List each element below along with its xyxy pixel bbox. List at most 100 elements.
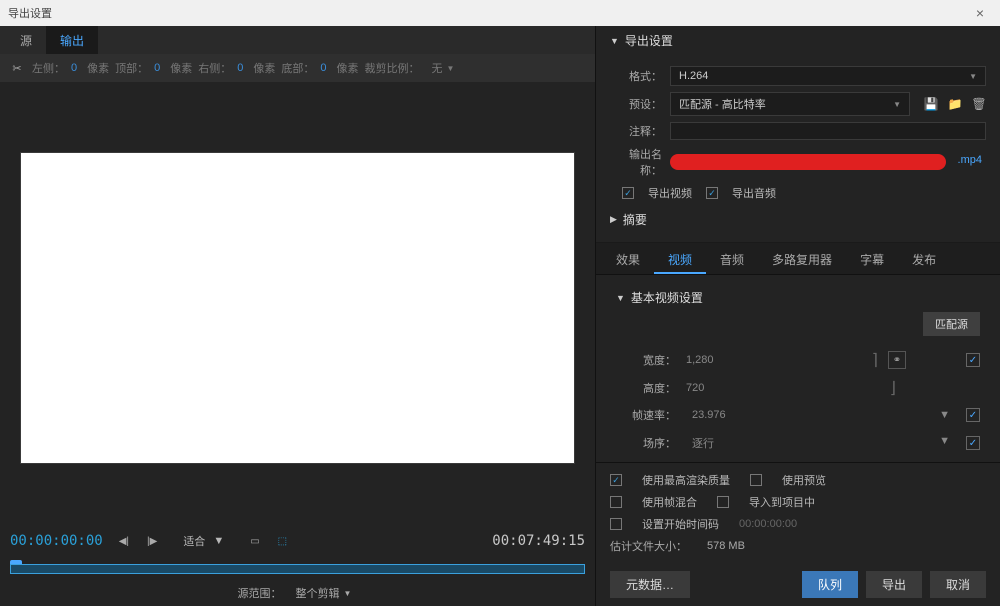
chevron-down-icon: ▼ — [213, 535, 224, 547]
in-out-icon[interactable]: ⬚ — [276, 534, 289, 549]
bracket: ⌉ — [872, 350, 878, 370]
px-unit: 像素 — [337, 60, 359, 76]
preview-area — [0, 82, 595, 524]
close-icon[interactable]: × — [968, 5, 992, 21]
cancel-button[interactable]: 取消 — [930, 571, 986, 598]
frame-blend-label: 使用帧混合 — [642, 494, 697, 510]
settings-panel: 导出设置 格式： H.264▼ 预设： 匹配源 - 高比特率▼ 💾 📁 🗑 注释… — [595, 26, 1000, 606]
source-range-dropdown[interactable]: 整个剪辑▼ — [290, 583, 358, 603]
video-settings-body: 基本视频设置 匹配源 宽度： 1,280 ⌉ ⚭ 高度： 720 ⌋ 帧速率： … — [596, 275, 1000, 462]
crop-bar: ✂ 左侧：0像素 顶部：0像素 右侧：0像素 底部：0像素 裁剪比例： 无▼ — [0, 54, 595, 82]
tab-multiplexer[interactable]: 多路复用器 — [758, 243, 846, 274]
source-range-row: 源范围： 整个剪辑▼ — [0, 580, 595, 606]
preview-tabs: 源 输出 — [0, 26, 595, 54]
max-quality-label: 使用最高渲染质量 — [642, 472, 730, 488]
import-preset-icon[interactable]: 📁 — [948, 97, 962, 111]
preset-label: 预设： — [610, 96, 662, 112]
frame-blend-checkbox[interactable] — [610, 496, 622, 508]
start-timecode-checkbox[interactable] — [610, 518, 622, 530]
use-preview-checkbox[interactable] — [750, 474, 762, 486]
crop-left-label: 左侧： — [32, 60, 65, 76]
crop-left-value[interactable]: 0 — [71, 62, 77, 74]
width-value[interactable]: 1,280 — [686, 354, 714, 366]
start-timecode-label: 设置开始时间码 — [642, 516, 719, 532]
max-quality-checkbox[interactable] — [610, 474, 622, 486]
step-fwd-icon[interactable]: |▶ — [145, 534, 159, 549]
start-timecode-value: 00:00:00:00 — [739, 518, 797, 530]
queue-button[interactable]: 队列 — [802, 571, 858, 598]
zoom-fit-dropdown[interactable]: 适合 ▼ — [173, 531, 234, 551]
crop-top-value[interactable]: 0 — [154, 62, 160, 74]
tab-publish[interactable]: 发布 — [898, 243, 950, 274]
save-preset-icon[interactable]: 💾 — [924, 97, 938, 111]
timecode-in[interactable]: 00:00:00:00 — [10, 533, 103, 549]
export-button[interactable]: 导出 — [866, 571, 922, 598]
crop-ratio-label: 裁剪比例： — [365, 60, 420, 76]
export-video-label: 导出视频 — [648, 185, 692, 201]
preset-dropdown[interactable]: 匹配源 - 高比特率 ▼ — [670, 92, 910, 116]
format-dropdown[interactable]: H.264▼ — [670, 66, 986, 86]
chevron-down-icon: ▼ — [447, 64, 455, 73]
disclosure-icon — [616, 293, 625, 303]
delete-preset-icon[interactable]: 🗑 — [972, 97, 986, 111]
tab-output[interactable]: 输出 — [46, 26, 98, 55]
footer-buttons: 元数据… 队列 导出 取消 — [596, 563, 1000, 606]
crop-bottom-value[interactable]: 0 — [320, 62, 326, 74]
field-dropdown[interactable]: 逐行▼ — [686, 432, 956, 454]
tab-video[interactable]: 视频 — [654, 243, 706, 274]
timecode-out[interactable]: 00:07:49:15 — [492, 533, 585, 549]
output-name-label: 输出名称： — [610, 146, 662, 178]
height-label: 高度： — [616, 380, 676, 396]
chevron-down-icon: ▼ — [939, 409, 950, 421]
footer-options: 使用最高渲染质量 使用预览 使用帧混合 导入到项目中 设置开始时间码 00:00… — [596, 462, 1000, 563]
source-range-label: 源范围： — [238, 585, 282, 601]
crop-ratio-dropdown[interactable]: 无▼ — [426, 58, 461, 78]
aspect-correct-icon[interactable]: ▭ — [248, 534, 261, 549]
export-audio-checkbox[interactable] — [706, 187, 718, 199]
comment-field[interactable] — [670, 122, 986, 140]
height-value[interactable]: 720 — [686, 382, 704, 394]
window-title: 导出设置 — [8, 5, 52, 21]
export-settings-header[interactable]: 导出设置 — [596, 26, 1000, 55]
basic-video-header[interactable]: 基本视频设置 — [616, 283, 980, 312]
width-match-checkbox[interactable] — [966, 353, 980, 367]
match-source-button[interactable]: 匹配源 — [923, 312, 980, 336]
chevron-down-icon: ▼ — [893, 100, 901, 109]
export-video-checkbox[interactable] — [622, 187, 634, 199]
basic-video-title: 基本视频设置 — [631, 289, 703, 306]
time-bar: 00:00:00:00 ◀| |▶ 适合 ▼ ▭ ⬚ 00:07:49:15 — [0, 524, 595, 558]
px-unit: 像素 — [170, 60, 192, 76]
output-name-link[interactable] — [670, 154, 946, 170]
crop-icon[interactable]: ✂ — [8, 59, 26, 77]
tab-audio[interactable]: 音频 — [706, 243, 758, 274]
crop-right-value[interactable]: 0 — [237, 62, 243, 74]
import-project-label: 导入到项目中 — [749, 494, 815, 510]
fps-match-checkbox[interactable] — [966, 408, 980, 422]
scrubber[interactable] — [0, 558, 595, 580]
import-project-checkbox[interactable] — [717, 496, 729, 508]
preset-value: 匹配源 - 高比特率 — [679, 96, 766, 112]
field-match-checkbox[interactable] — [966, 436, 980, 450]
summary-header[interactable]: 摘要 — [610, 205, 986, 234]
crop-top-label: 顶部： — [115, 60, 148, 76]
step-back-icon[interactable]: ◀| — [117, 534, 131, 549]
tab-captions[interactable]: 字幕 — [846, 243, 898, 274]
estimate-label: 估计文件大小： — [610, 538, 687, 554]
tab-effects[interactable]: 效果 — [602, 243, 654, 274]
crop-bottom-label: 底部： — [281, 60, 314, 76]
link-icon[interactable]: ⚭ — [888, 351, 906, 369]
preview-panel: 源 输出 ✂ 左侧：0像素 顶部：0像素 右侧：0像素 底部：0像素 裁剪比例：… — [0, 26, 595, 606]
tab-source[interactable]: 源 — [6, 26, 46, 55]
chevron-down-icon: ▼ — [344, 589, 352, 598]
field-value: 逐行 — [692, 435, 714, 451]
export-settings-title: 导出设置 — [625, 32, 673, 49]
disclosure-icon — [610, 36, 619, 46]
summary-title: 摘要 — [623, 211, 647, 228]
metadata-button[interactable]: 元数据… — [610, 571, 690, 598]
scrub-track[interactable] — [10, 564, 585, 574]
crop-right-label: 右侧： — [198, 60, 231, 76]
zoom-fit-label: 适合 — [183, 533, 205, 549]
chevron-down-icon: ▼ — [969, 72, 977, 81]
fps-dropdown[interactable]: 23.976▼ — [686, 406, 956, 424]
disclosure-icon — [610, 214, 617, 225]
